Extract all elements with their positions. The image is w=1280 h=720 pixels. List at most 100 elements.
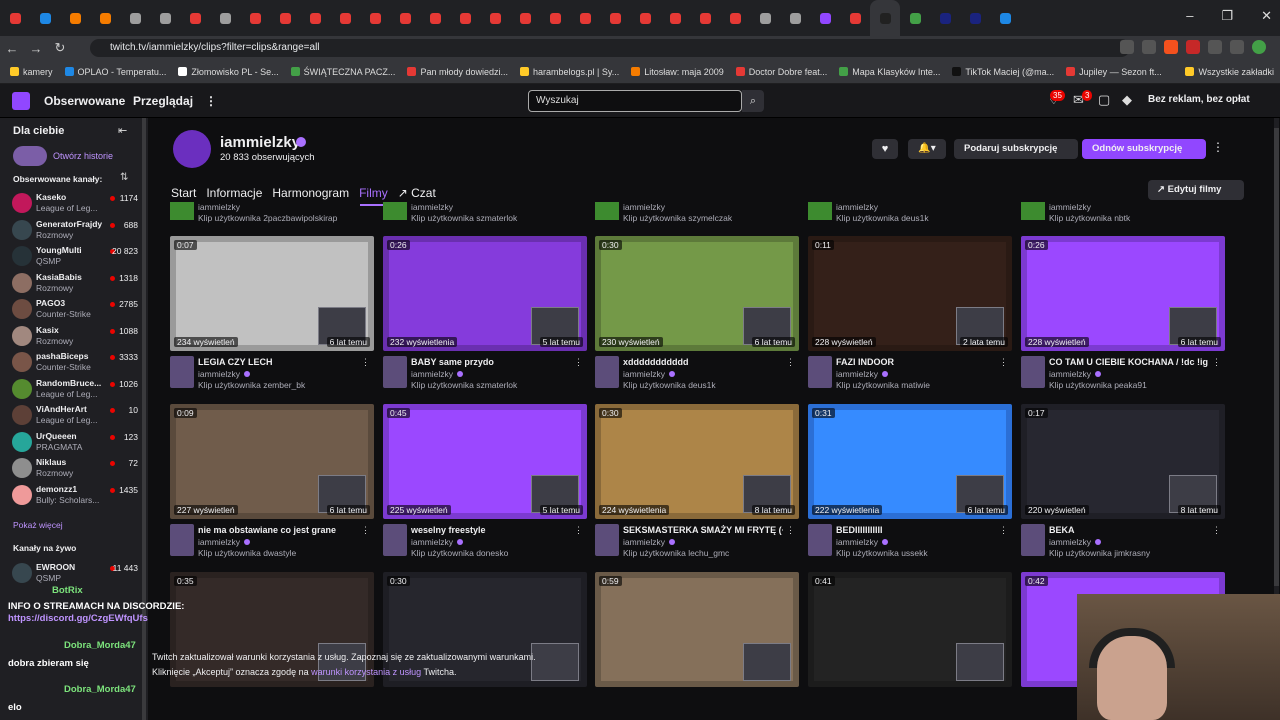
browser-tab[interactable] [540, 0, 570, 36]
browser-tab[interactable] [240, 0, 270, 36]
clip-thumbnail[interactable]: 0:07 234 wyświetleń 6 lat temu [170, 236, 374, 351]
browser-tab[interactable] [780, 0, 810, 36]
twitch-logo-icon[interactable] [12, 92, 30, 110]
whispers-icon[interactable]: ▢ [1098, 92, 1110, 108]
sidebar-channel[interactable]: RandomBruce... League of Leg... 1026 [12, 376, 138, 402]
clip-thumbnail[interactable]: 0:30 224 wyświetlenia 8 lat temu [595, 404, 799, 519]
bookmark-item[interactable]: Złomowisko PL - Se... [178, 67, 279, 77]
clip-title[interactable]: weselny freestyle [411, 525, 571, 535]
browser-tab[interactable] [510, 0, 540, 36]
sidebar-channel[interactable]: GeneratorFrajdy Rozmowy 688 [12, 217, 138, 243]
minimize-icon[interactable]: – [1186, 8, 1193, 24]
tab-chat[interactable]: ↗ Czat [398, 186, 436, 200]
clip-title[interactable]: BEKA [1049, 525, 1209, 535]
sidebar-channel[interactable]: PAGO3 Counter-Strike 2785 [12, 296, 138, 322]
sidebar-channel[interactable]: ViAndHerArt League of Leg... 10 [12, 402, 138, 428]
clip-thumbnail[interactable]: 0:26 232 wyświetlenia 5 lat temu [383, 236, 587, 351]
browser-tab[interactable] [600, 0, 630, 36]
renew-sub-button[interactable]: Odnów subskrypcję [1082, 139, 1206, 159]
clip-channel[interactable]: iammielzky [1049, 369, 1101, 379]
bits-icon[interactable]: ◆ [1122, 92, 1132, 108]
gift-sub-button[interactable]: Podaruj subskrypcję [954, 139, 1078, 159]
bookmark-item[interactable]: kamery [10, 67, 53, 77]
clip-title[interactable]: SEKSMASTERKA SMAŻY MI FRYTĘ (+... [623, 525, 783, 535]
browser-tab[interactable] [420, 0, 450, 36]
clip-channel[interactable]: iammielzky [1049, 537, 1101, 547]
browser-tab[interactable] [990, 0, 1020, 36]
browser-tab[interactable] [480, 0, 510, 36]
bookmark-item[interactable]: ŚWIĄTECZNA PACZ... [290, 67, 395, 77]
tab-home[interactable]: Start [171, 186, 196, 200]
clip-channel[interactable]: iammielzky [836, 369, 888, 379]
browser-tab[interactable] [690, 0, 720, 36]
clip-channel[interactable]: iammielzky [623, 537, 675, 547]
chat-discord-link[interactable]: https://discord.gg/CzgEWfqUfs [8, 613, 148, 624]
bookmark-item[interactable]: TikTok Maciej (@ma... [952, 67, 1054, 77]
clip-title[interactable]: LEGIA CZY LECH [198, 357, 358, 367]
bookmark-item[interactable]: Wszystkie zakładki [1185, 67, 1280, 77]
follow-heart-button[interactable]: ♥ [872, 139, 898, 159]
url-field[interactable]: twitch.tv/iammielzky/clips?filter=clips&… [90, 39, 1130, 57]
collapse-icon[interactable]: ⇤ [118, 124, 127, 137]
clip-channel[interactable]: iammielzky [623, 369, 675, 379]
browser-tab[interactable] [720, 0, 750, 36]
browser-tab[interactable] [570, 0, 600, 36]
clip-more-icon[interactable]: ⋮ [361, 357, 370, 368]
star-icon[interactable] [1142, 40, 1156, 54]
browser-tab[interactable] [90, 0, 120, 36]
browser-tab[interactable] [210, 0, 240, 36]
browser-tab[interactable] [810, 0, 840, 36]
bookmark-item[interactable]: Mapa Klasyków Inte... [839, 67, 940, 77]
sidebar-channel[interactable]: pashaBiceps Counter-Strike 3333 [12, 349, 138, 375]
browser-tab[interactable] [360, 0, 390, 36]
clip-more-icon[interactable]: ⋮ [574, 357, 583, 368]
tab-videos[interactable]: Filmy [359, 186, 388, 200]
clip-more-icon[interactable]: ⋮ [786, 525, 795, 536]
nav-following[interactable]: Obserwowane [44, 94, 125, 108]
browser-tab[interactable] [870, 0, 900, 36]
clip-more-icon[interactable]: ⋮ [1212, 357, 1221, 368]
sort-icon[interactable]: ⇅ [120, 172, 128, 183]
browser-tab[interactable] [900, 0, 930, 36]
browser-tab[interactable] [120, 0, 150, 36]
puzzle-icon[interactable] [1208, 40, 1222, 54]
clip-channel[interactable]: iammielzky [198, 369, 250, 379]
browser-tab[interactable] [450, 0, 480, 36]
bookmark-item[interactable]: OPLAO - Temperatu... [64, 67, 166, 77]
sidebar-channel[interactable]: YoungMulti QSMP 20 823 [12, 243, 138, 269]
clip-thumbnail[interactable]: 0:09 227 wyświetleń 6 lat temu [170, 404, 374, 519]
bookmark-item[interactable]: Doctor Dobre feat... [735, 67, 827, 77]
zoom-icon[interactable] [1120, 40, 1134, 54]
back-icon[interactable]: ← [0, 41, 24, 56]
clip-title[interactable]: xddddddddddd [623, 357, 783, 367]
browser-tab[interactable] [930, 0, 960, 36]
more-icon[interactable]: ⋮ [205, 94, 217, 108]
notification-bell-button[interactable]: 🔔▾ [908, 139, 946, 159]
edit-clips-button[interactable]: ↗ Edytuj filmy [1148, 180, 1244, 200]
sidebar-channel[interactable]: KasiaBabis Rozmowy 1318 [12, 270, 138, 296]
search-icon[interactable]: ⌕ [742, 90, 764, 112]
browser-tab[interactable] [270, 0, 300, 36]
browser-tab[interactable] [660, 0, 690, 36]
browser-tab[interactable] [390, 0, 420, 36]
browser-tab[interactable] [300, 0, 330, 36]
browser-tab[interactable] [750, 0, 780, 36]
browser-tab[interactable] [30, 0, 60, 36]
browser-tab[interactable] [180, 0, 210, 36]
tab-schedule[interactable]: Harmonogram [272, 186, 349, 200]
channel-more-icon[interactable]: ⋮ [1212, 140, 1224, 154]
clip-thumbnail[interactable]: 0:59 [595, 572, 799, 687]
clip-thumbnail[interactable]: 0:30 230 wyświetleń 6 lat temu [595, 236, 799, 351]
clip-title[interactable]: BEDIIIIIIIIIII [836, 525, 996, 535]
profile-avatar[interactable] [1252, 40, 1266, 54]
extension-icon[interactable] [1164, 40, 1178, 54]
sidebar-channel[interactable]: demonzz1 Bully: Scholars... 1435 [12, 482, 138, 508]
terms-link[interactable]: warunki korzystania z usług [311, 667, 421, 677]
forward-icon[interactable]: → [24, 41, 48, 56]
clip-channel[interactable]: iammielzky [411, 369, 463, 379]
clip-title[interactable]: BABY same przydo [411, 357, 571, 367]
clip-title[interactable]: FAZI INDOOR [836, 357, 996, 367]
sidebar-channel[interactable]: Kasix Rozmowy 1088 [12, 323, 138, 349]
channel-avatar[interactable] [173, 130, 211, 168]
ad-free-button[interactable]: Bez reklam, bez opłat [1148, 94, 1250, 105]
